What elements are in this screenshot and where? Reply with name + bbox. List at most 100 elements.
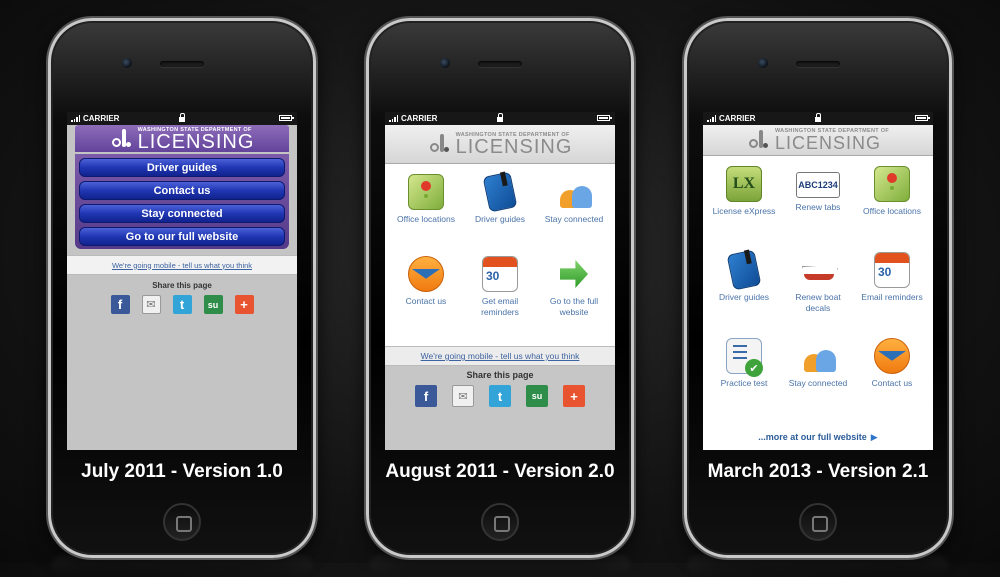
phone-version-1: CARRIER WASHINGTON STATE DEPARTMENT OF L… — [48, 18, 316, 558]
earpiece-speaker — [160, 61, 204, 67]
front-camera — [440, 58, 450, 68]
battery-icon — [597, 115, 612, 121]
tile-email-reminders[interactable]: Get email reminders — [463, 250, 537, 332]
tile-renew-tabs[interactable]: ABC1234 Renew tabs — [781, 160, 855, 246]
tile-office-locations[interactable]: Office locations — [855, 160, 929, 246]
tile-stay-connected[interactable]: Stay connected — [781, 332, 855, 418]
home-button[interactable] — [799, 503, 837, 541]
tile-label: Renew boat decals — [795, 292, 841, 313]
mail-icon — [408, 256, 444, 292]
status-bar: CARRIER — [703, 112, 933, 125]
phone-version-2: CARRIER WASHINGTON STATE DEPARTMENT OF L… — [366, 18, 634, 558]
phone-screen: CARRIER WASHINGTON STATE DEPARTMENT OF L… — [703, 112, 933, 450]
facebook-icon[interactable]: f — [110, 295, 130, 314]
lx-icon: LX — [726, 166, 762, 202]
add-plus-icon[interactable]: + — [563, 385, 585, 407]
license-plate-icon: ABC1234 — [796, 172, 840, 198]
battery-icon — [915, 115, 930, 121]
signal-icon — [71, 115, 80, 122]
signal-icon — [389, 115, 398, 122]
tile-label: License eXpress — [712, 206, 776, 216]
home-button[interactable] — [481, 503, 519, 541]
stay-connected-button[interactable]: Stay connected — [79, 204, 285, 223]
tile-label: Office locations — [397, 214, 455, 224]
version-caption: March 2013 - Version 2.1 — [707, 461, 929, 482]
tile-driver-guides[interactable]: Driver guides — [463, 168, 537, 250]
tile-menu: LX License eXpress ABC1234 Renew tabs Of… — [703, 156, 933, 450]
full-website-link[interactable]: ...more at our full website ▶ — [703, 432, 933, 443]
calendar-icon — [482, 256, 518, 292]
tile-label: Driver guides — [718, 292, 770, 302]
people-icon — [556, 174, 592, 210]
driver-guides-button[interactable]: Driver guides — [79, 158, 285, 177]
home-button[interactable] — [163, 503, 201, 541]
tile-label: Renew tabs — [795, 202, 841, 212]
tile-renew-boat-decals[interactable]: Renew boat decals — [781, 246, 855, 332]
status-bar: CARRIER — [385, 112, 615, 125]
tile-label: Contact us — [405, 296, 447, 306]
version-caption: July 2011 - Version 1.0 — [81, 461, 283, 482]
tile-label: Stay connected — [788, 378, 848, 388]
share-title: Share this page — [152, 281, 212, 290]
map-pin-icon — [874, 166, 910, 202]
play-arrow-icon: ▶ — [870, 432, 878, 442]
tile-office-locations[interactable]: Office locations — [389, 168, 463, 250]
tile-label: Practice test — [720, 378, 768, 388]
carrier-label: CARRIER — [401, 114, 438, 123]
dol-logo-icon — [428, 134, 450, 154]
tile-menu: Office locations Driver guides Stay conn… — [385, 164, 615, 346]
twitter-icon[interactable]: t — [172, 295, 192, 314]
tile-label: Stay connected — [544, 214, 604, 224]
people-icon — [800, 338, 836, 374]
dol-logo-header[interactable]: WASHINGTON STATE DEPARTMENT OF LICENSING — [385, 125, 615, 164]
tile-label: Office locations — [863, 206, 921, 216]
earpiece-speaker — [796, 61, 840, 67]
version-caption: August 2011 - Version 2.0 — [385, 461, 615, 482]
share-title: Share this page — [466, 370, 534, 380]
tile-label: Contact us — [871, 378, 913, 388]
lock-icon — [815, 113, 821, 122]
logo-big-text: LICENSING — [455, 136, 573, 158]
share-icons-row: f ✉ t su + — [67, 295, 297, 314]
logo-big-text: LICENSING — [137, 130, 255, 153]
status-bar: CARRIER — [67, 112, 297, 125]
stumbleupon-icon[interactable]: su — [526, 385, 548, 407]
contact-us-button[interactable]: Contact us — [79, 181, 285, 200]
phone-screen: CARRIER WASHINGTON STATE DEPARTMENT OF L… — [385, 112, 615, 450]
signal-icon — [707, 115, 716, 122]
tile-practice-test[interactable]: Practice test — [707, 332, 781, 418]
main-menu: Driver guides Contact us Stay connected … — [75, 154, 289, 249]
tile-email-reminders[interactable]: Email reminders — [855, 246, 929, 332]
tile-contact-us[interactable]: Contact us — [389, 250, 463, 332]
battery-icon — [279, 115, 294, 121]
feedback-link[interactable]: We're going mobile - tell us what you th… — [67, 255, 297, 275]
phone-screen: CARRIER WASHINGTON STATE DEPARTMENT OF L… — [67, 112, 297, 450]
dol-logo-icon — [747, 130, 769, 150]
tile-label: Email reminders — [861, 292, 923, 302]
tile-license-express[interactable]: LX License eXpress — [707, 160, 781, 246]
lock-icon — [179, 113, 185, 122]
tile-label: Get email reminders — [481, 296, 519, 317]
add-plus-icon[interactable]: + — [234, 295, 254, 314]
twitter-icon[interactable]: t — [489, 385, 511, 407]
carrier-label: CARRIER — [719, 114, 756, 123]
dol-logo-header[interactable]: WASHINGTON STATE DEPARTMENT OF LICENSING — [75, 125, 289, 152]
facebook-icon[interactable]: f — [415, 385, 437, 407]
stumbleupon-icon[interactable]: su — [203, 295, 223, 314]
tile-contact-us[interactable]: Contact us — [855, 332, 929, 418]
tile-stay-connected[interactable]: Stay connected — [537, 168, 611, 250]
tile-driver-guides[interactable]: Driver guides — [707, 246, 781, 332]
email-icon[interactable]: ✉ — [452, 385, 474, 407]
dol-logo-header[interactable]: WASHINGTON STATE DEPARTMENT OF LICENSING — [703, 125, 933, 156]
carrier-label: CARRIER — [83, 114, 120, 123]
share-icons-row: f ✉ t su + — [385, 385, 615, 407]
front-camera — [122, 58, 132, 68]
tile-label: Driver guides — [474, 214, 526, 224]
map-pin-icon — [408, 174, 444, 210]
email-icon[interactable]: ✉ — [141, 295, 161, 314]
feedback-link[interactable]: We're going mobile - tell us what you th… — [385, 346, 615, 366]
logo-big-text: LICENSING — [774, 133, 882, 153]
tile-full-website[interactable]: Go to the full website — [537, 250, 611, 332]
mail-icon — [874, 338, 910, 374]
full-website-button[interactable]: Go to our full website — [79, 227, 285, 246]
